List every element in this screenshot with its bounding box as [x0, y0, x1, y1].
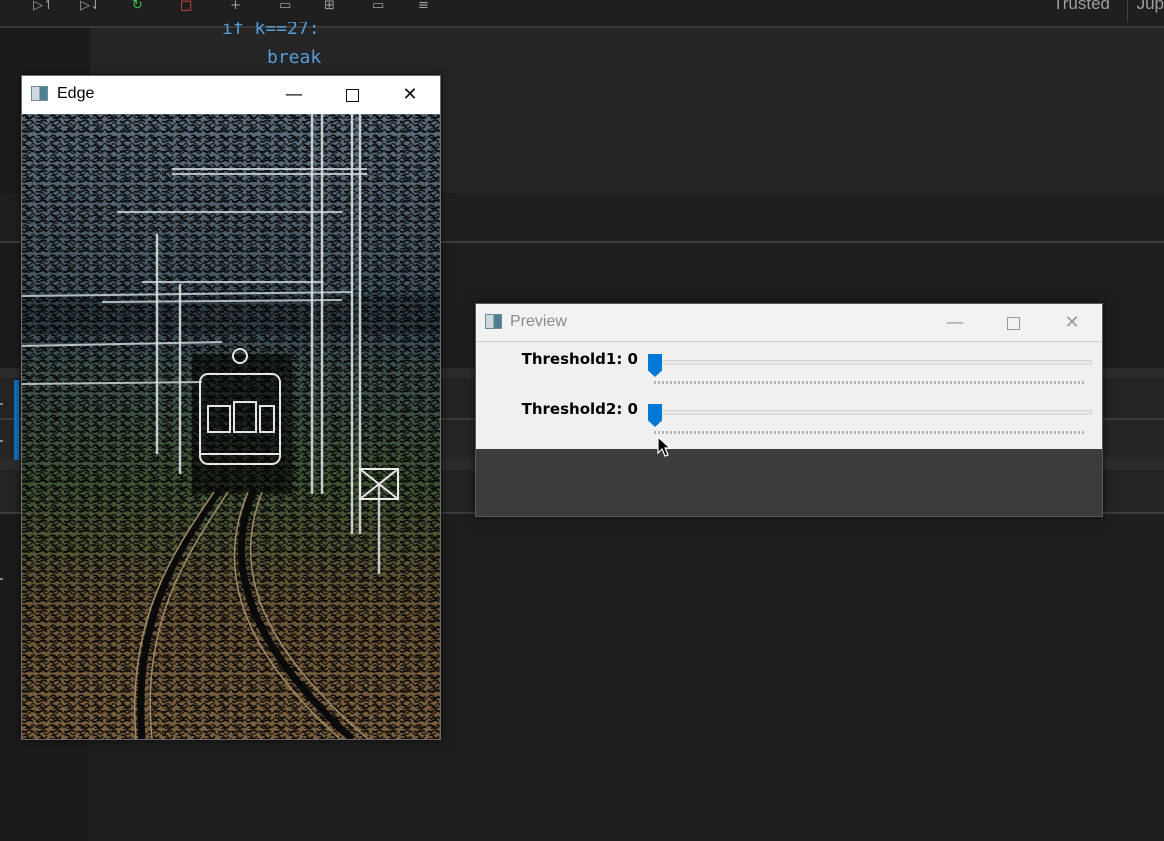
code-line-if: if k==27: [222, 22, 320, 40]
mouse-cursor-icon [657, 436, 671, 457]
window-title: Edge [57, 85, 95, 102]
gutter-tick [0, 578, 3, 580]
maximize-icon [1006, 316, 1020, 330]
code-text: if k==27: [222, 22, 320, 39]
notebook-toolbar: ▷↑ ▷↓ ↻ □ + ▭ ⊞ ▭ ≡ Trusted Jup [0, 0, 1164, 28]
app-icon [31, 86, 48, 101]
trackbar-threshold2: Threshold2: 0 [476, 397, 1102, 445]
close-button[interactable]: ✕ [1043, 304, 1101, 341]
gutter-tick [0, 403, 3, 405]
gutter-tick [0, 440, 3, 442]
toolbar-divider [1127, 0, 1128, 22]
minimize-button[interactable]: — [265, 76, 323, 114]
edge-window[interactable]: Edge — ✕ [21, 75, 441, 740]
restart-icon[interactable]: ↻ [132, 0, 148, 12]
maximize-icon [345, 88, 359, 102]
trusted-label[interactable]: Trusted [1053, 0, 1110, 14]
preview-image-area [476, 449, 1102, 516]
maximize-button[interactable] [984, 304, 1042, 341]
maximize-button[interactable] [323, 76, 381, 114]
trackbar-panel: Threshold1: 0 Threshold2: 0 [476, 342, 1102, 449]
stop-icon[interactable]: □ [180, 0, 196, 12]
slider-ticks [654, 431, 1084, 434]
minimize-button[interactable]: — [926, 304, 984, 341]
close-button[interactable]: ✕ [381, 76, 439, 114]
run-above-icon[interactable]: ▷↑ [33, 0, 49, 12]
close-icon: ✕ [1064, 312, 1080, 333]
slider-thumb[interactable] [648, 404, 662, 427]
minimize-icon: — [285, 84, 303, 105]
kernel-label[interactable]: Jup [1137, 0, 1164, 14]
active-cell-marker [14, 380, 19, 460]
save-icon[interactable]: ▭ [279, 0, 295, 12]
code-line-break: break [267, 47, 322, 68]
slider-track[interactable] [654, 410, 1092, 415]
window-icon[interactable]: ▭ [372, 0, 388, 12]
window-title: Preview [510, 313, 567, 330]
preview-window[interactable]: Preview — ✕ Threshold1: 0 Threshold2: 0 [475, 303, 1103, 517]
edge-image [22, 114, 440, 739]
add-icon[interactable]: + [230, 0, 246, 12]
edge-detected-image [22, 114, 440, 739]
trackbar-label: Threshold2: 0 [521, 400, 638, 418]
run-below-icon[interactable]: ▷↓ [80, 0, 96, 12]
edge-titlebar[interactable]: Edge — ✕ [22, 76, 440, 114]
slider-ticks [654, 381, 1084, 384]
list-icon[interactable]: ≡ [418, 0, 434, 12]
minimize-icon: — [946, 312, 964, 333]
app-icon [485, 314, 502, 329]
trackbar-threshold1: Threshold1: 0 [476, 347, 1102, 395]
trackbar-label: Threshold1: 0 [521, 350, 638, 368]
close-icon: ✕ [402, 84, 418, 105]
slider-thumb[interactable] [648, 354, 662, 377]
table-icon[interactable]: ⊞ [324, 0, 340, 12]
preview-titlebar[interactable]: Preview — ✕ [476, 304, 1102, 342]
slider-track[interactable] [654, 360, 1092, 365]
